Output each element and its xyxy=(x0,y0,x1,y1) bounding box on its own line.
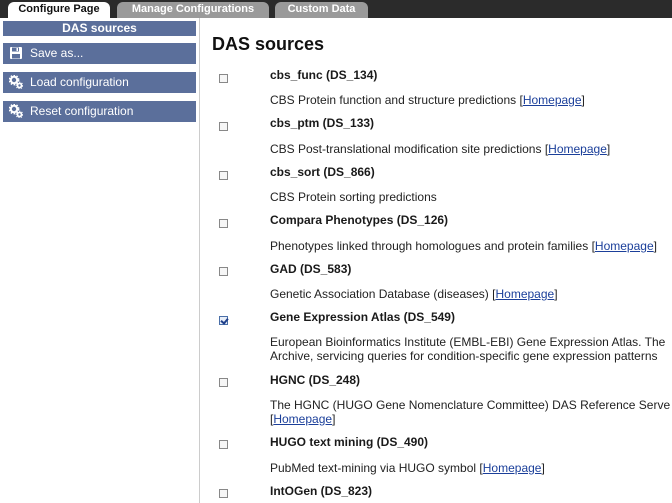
floppy-disk-icon xyxy=(10,47,22,59)
save-as-button[interactable]: Save as... xyxy=(3,43,196,64)
sidebar: DAS sources Save as... Load configuratio… xyxy=(0,18,200,503)
source-checkbox[interactable] xyxy=(219,440,228,449)
source-description: CBS Protein sorting predictions xyxy=(270,190,437,204)
homepage-link[interactable]: Homepage xyxy=(483,461,542,475)
source-description: Phenotypes linked through homologues and… xyxy=(270,239,657,253)
source-homepage-line: [Homepage] xyxy=(270,412,336,426)
gears-load-icon xyxy=(9,75,23,89)
source-checkbox[interactable] xyxy=(219,219,228,228)
source-description-text: Genetic Association Database (diseases) xyxy=(270,287,489,301)
source-name: IntOGen (DS_823) xyxy=(270,484,373,498)
source-description-text: Phenotypes linked through homologues and… xyxy=(270,239,589,253)
source-name: HGNC (DS_248) xyxy=(270,373,361,387)
source-name: Gene Expression Atlas (DS_549) xyxy=(270,310,455,324)
source-checkbox[interactable] xyxy=(219,122,228,131)
top-tab-bar: Configure Page Manage Configurations Cus… xyxy=(0,0,672,18)
gears-reset-icon xyxy=(9,104,23,118)
source-description: European Bioinformatics Institute (EMBL-… xyxy=(270,335,666,349)
homepage-link[interactable]: Homepage xyxy=(523,93,582,107)
source-name: cbs_ptm (DS_133) xyxy=(270,116,375,130)
das-source-list: cbs_func (DS_134) CBS Protein function a… xyxy=(200,18,672,503)
source-description: The HGNC (HUGO Gene Nomenclature Committ… xyxy=(270,398,671,412)
source-description: PubMed text-mining via HUGO symbol [Home… xyxy=(270,461,545,475)
load-configuration-label: Load configuration xyxy=(30,75,129,89)
source-checkbox[interactable] xyxy=(219,74,228,83)
save-as-label: Save as... xyxy=(30,46,84,60)
source-description-text: CBS Protein function and structure predi… xyxy=(270,93,517,107)
sidebar-header: DAS sources xyxy=(3,21,196,36)
source-description: Genetic Association Database (diseases) … xyxy=(270,287,558,301)
source-name: cbs_func (DS_134) xyxy=(270,68,378,82)
source-checkbox[interactable] xyxy=(219,489,228,498)
main-content: DAS sources cbs_func (DS_134) CBS Protei… xyxy=(200,18,672,503)
source-description-line2: Archive, servicing queries for condition… xyxy=(270,349,658,363)
source-description: CBS Post-translational modification site… xyxy=(270,142,611,156)
homepage-link[interactable]: Homepage xyxy=(273,412,332,426)
source-checkbox[interactable] xyxy=(219,171,228,180)
tab-configure-page[interactable]: Configure Page xyxy=(8,2,110,18)
source-name: GAD (DS_583) xyxy=(270,262,352,276)
tab-custom-data[interactable]: Custom Data xyxy=(275,2,368,18)
source-description: CBS Protein function and structure predi… xyxy=(270,93,585,107)
source-name: HUGO text mining (DS_490) xyxy=(270,435,429,449)
source-checkbox[interactable] xyxy=(219,316,228,325)
homepage-link[interactable]: Homepage xyxy=(548,142,607,156)
source-name: cbs_sort (DS_866) xyxy=(270,165,375,179)
source-description-text: PubMed text-mining via HUGO symbol xyxy=(270,461,477,475)
load-configuration-button[interactable]: Load configuration xyxy=(3,72,196,93)
source-description-text: CBS Protein sorting predictions xyxy=(270,190,437,204)
reset-configuration-button[interactable]: Reset configuration xyxy=(3,101,196,122)
homepage-link[interactable]: Homepage xyxy=(495,287,554,301)
source-description-text: CBS Post-translational modification site… xyxy=(270,142,542,156)
homepage-link[interactable]: Homepage xyxy=(595,239,654,253)
reset-configuration-label: Reset configuration xyxy=(30,104,134,118)
source-checkbox[interactable] xyxy=(219,267,228,276)
source-checkbox[interactable] xyxy=(219,378,228,387)
tab-manage-configurations[interactable]: Manage Configurations xyxy=(117,2,269,18)
source-name: Compara Phenotypes (DS_126) xyxy=(270,213,449,227)
